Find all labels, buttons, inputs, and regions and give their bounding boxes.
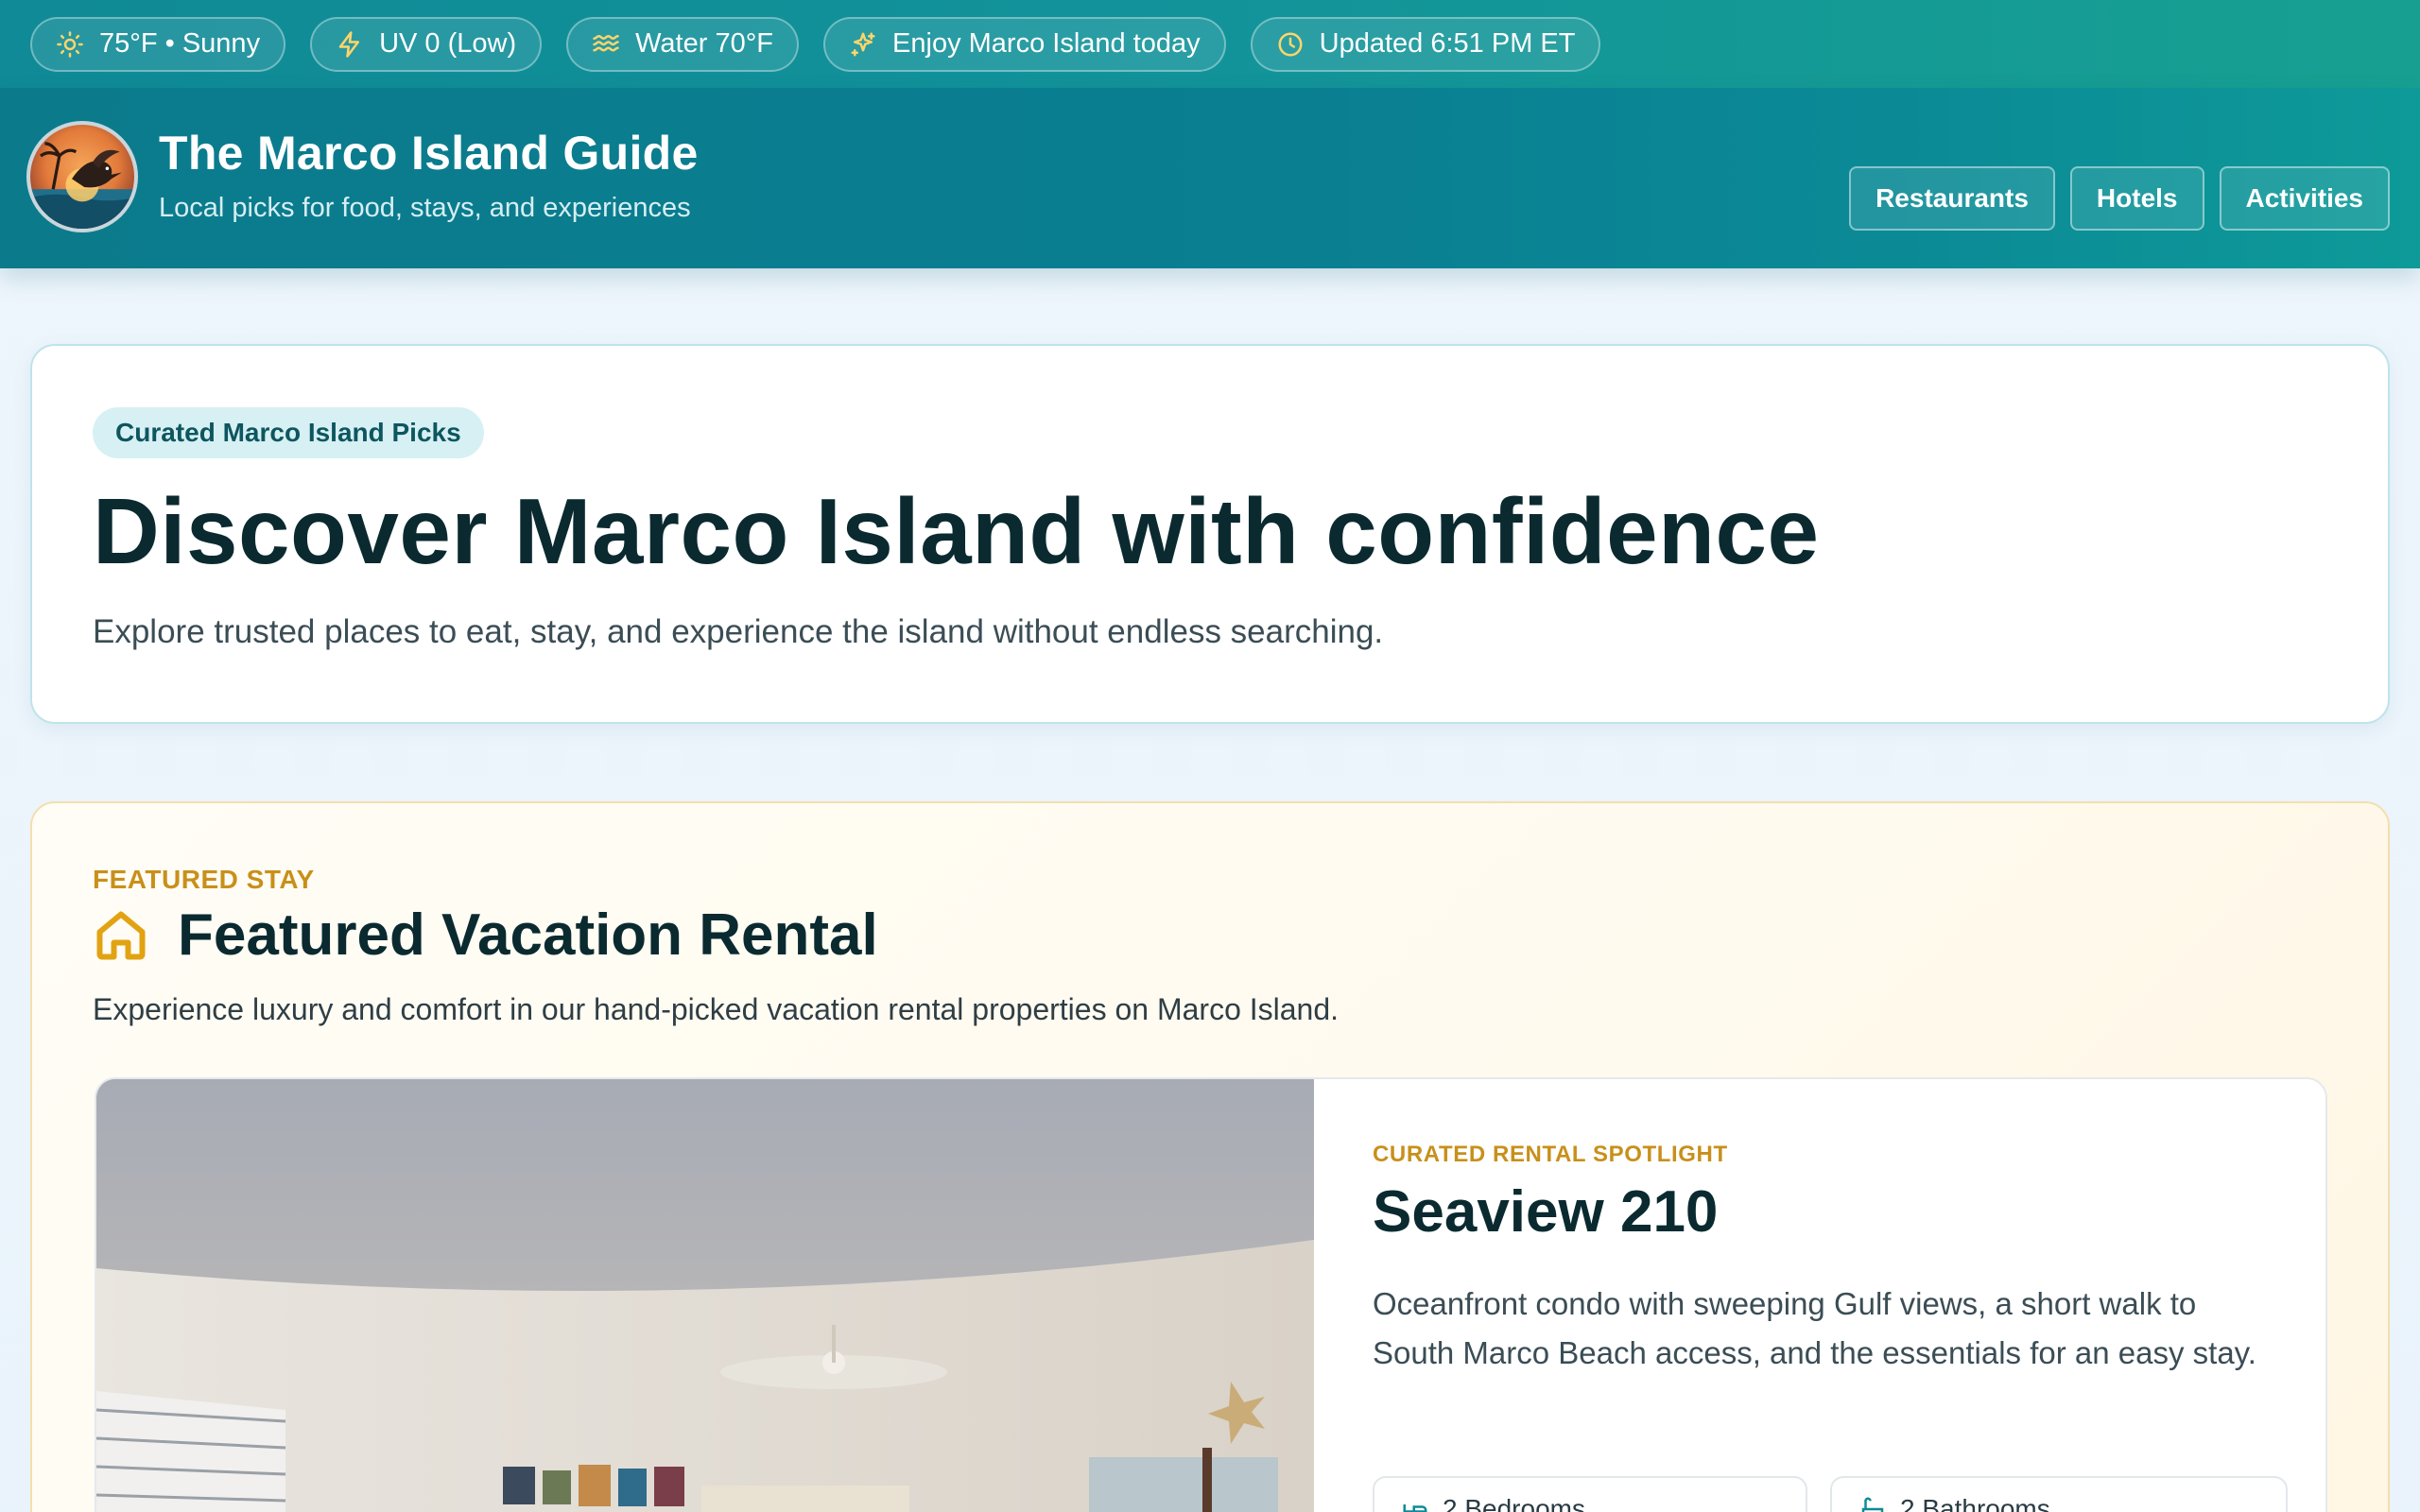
featured-description: Experience luxury and comfort in our han… <box>93 992 1340 1026</box>
enjoy-label: Enjoy Marco Island today <box>892 28 1201 59</box>
sun-icon <box>57 30 83 58</box>
site-logo[interactable] <box>26 121 138 232</box>
weather-pill: 75°F • Sunny <box>30 16 286 72</box>
sparkles-icon <box>851 32 875 56</box>
rental-description: Oceanfront condo with sweeping Gulf view… <box>1373 1286 2256 1370</box>
bedrooms-chip: 2 Bedrooms <box>1373 1476 1807 1512</box>
uv-label: UV 0 (Low) <box>379 28 517 59</box>
bed-icon <box>1403 1504 1427 1512</box>
nav-activities-button[interactable]: Activities <box>2219 166 2390 231</box>
site-title[interactable]: The Marco Island Guide <box>159 126 699 180</box>
bathrooms-chip: 2 Bathrooms <box>1830 1476 2288 1512</box>
weather-label: 75°F • Sunny <box>99 28 261 59</box>
main-nav: Restaurants Hotels Activities <box>1849 166 2390 231</box>
bedrooms-label: 2 Bedrooms <box>1443 1494 1585 1512</box>
featured-stay-card: FEATURED STAY Featured Vacation Rental E… <box>30 801 2390 1512</box>
weather-bar: 75°F • Sunny UV 0 (Low) Water 70°F Enjoy… <box>0 0 2420 88</box>
updated-pill: Updated 6:51 PM ET <box>1250 16 1601 72</box>
rental-name[interactable]: Seaview 210 <box>1373 1178 1718 1246</box>
bath-icon <box>1861 1497 1884 1512</box>
living-room-photo <box>96 1079 1314 1512</box>
featured-title: Featured Vacation Rental <box>178 902 878 968</box>
bathrooms-label: 2 Bathrooms <box>1900 1494 2050 1512</box>
uv-pill: UV 0 (Low) <box>310 16 543 72</box>
hero-subtitle: Explore trusted places to eat, stay, and… <box>93 613 1384 650</box>
water-pill: Water 70°F <box>566 16 800 72</box>
clock-icon <box>1278 32 1303 56</box>
rental-card[interactable]: CURATED RENTAL SPOTLIGHT Seaview 210 Oce… <box>95 1077 2327 1512</box>
site-tagline: Local picks for food, stays, and experie… <box>159 193 691 223</box>
bolt-icon <box>338 30 360 58</box>
waves-icon <box>593 34 619 51</box>
water-label: Water 70°F <box>635 28 774 59</box>
hero-card: Curated Marco Island Picks Discover Marc… <box>30 344 2390 724</box>
rental-photo[interactable] <box>96 1079 1314 1512</box>
home-icon <box>93 907 149 964</box>
site-header: The Marco Island Guide Local picks for f… <box>0 88 2420 268</box>
enjoy-pill: Enjoy Marco Island today <box>823 16 1226 72</box>
pelican-logo-icon <box>30 142 134 229</box>
nav-hotels-button[interactable]: Hotels <box>2069 166 2204 231</box>
rental-spotlight-label: CURATED RENTAL SPOTLIGHT <box>1373 1142 1728 1167</box>
hero-badge: Curated Marco Island Picks <box>93 407 484 458</box>
nav-restaurants-button[interactable]: Restaurants <box>1849 166 2055 231</box>
updated-label: Updated 6:51 PM ET <box>1319 28 1576 59</box>
featured-eyebrow: FEATURED STAY <box>93 865 315 894</box>
hero-title: Discover Marco Island with confidence <box>93 479 1820 583</box>
